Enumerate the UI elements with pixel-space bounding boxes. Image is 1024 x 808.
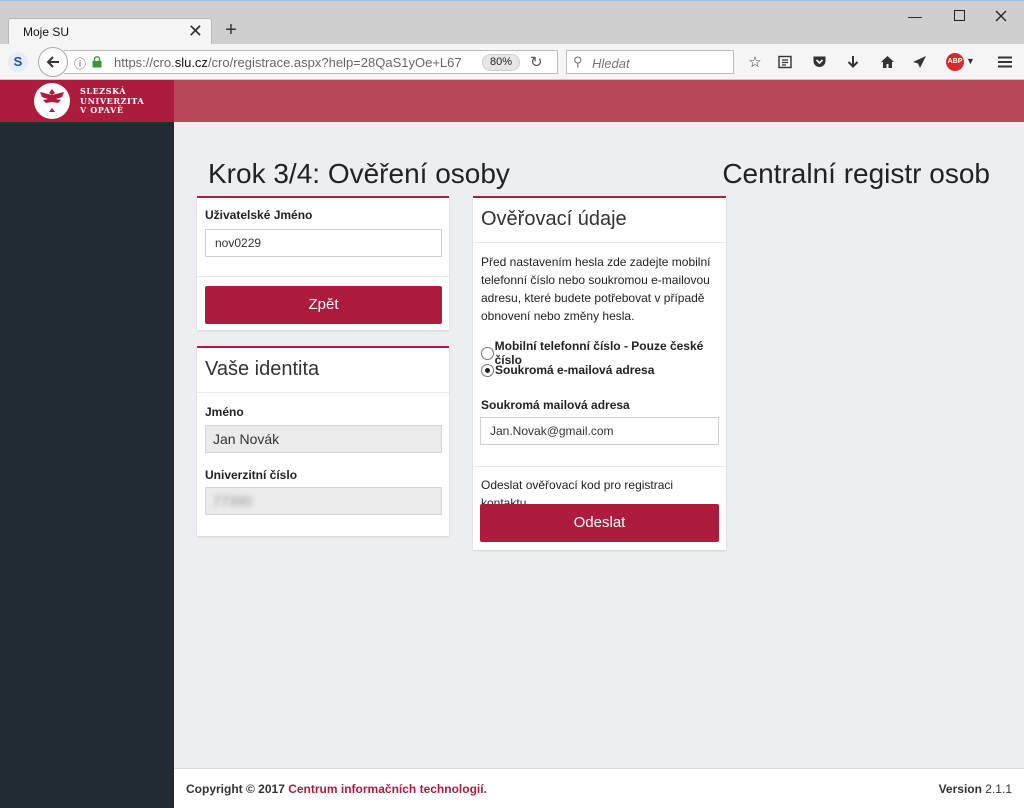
main-content: Krok 3/4: Ověření osoby Centralní regist…: [174, 122, 1024, 768]
tab-close-icon[interactable]: ✕: [188, 21, 203, 41]
info-icon[interactable]: ⓘ: [74, 55, 86, 72]
divider: [473, 242, 726, 243]
identity-heading: Vaše identita: [205, 358, 320, 380]
search-placeholder: Hledat: [592, 56, 630, 71]
new-tab-button[interactable]: +: [220, 19, 242, 41]
url-text: https://cro.slu.cz/cro/registrace.aspx?h…: [114, 55, 462, 70]
eagle-emblem-icon: [34, 83, 70, 119]
browser-tab[interactable]: Moje SU ✕: [8, 18, 212, 45]
pocket-icon[interactable]: [808, 51, 830, 73]
arrow-left-icon: [46, 56, 59, 68]
tab-title: Moje SU: [23, 25, 70, 39]
email-label: Soukromá mailová adresa: [481, 398, 630, 412]
divider: [197, 392, 449, 393]
reload-icon[interactable]: ↻: [530, 53, 543, 71]
download-icon[interactable]: [842, 51, 864, 73]
footer: Copyright © 2017 Centrum informačních te…: [174, 768, 1024, 808]
maximize-icon[interactable]: [944, 5, 974, 27]
username-panel: Uživatelské Jméno nov0229 Zpět: [197, 196, 449, 330]
reading-list-icon[interactable]: [774, 51, 796, 73]
browser-toolbar: S ⓘ https://cro.slu.cz/cro/registrace.as…: [0, 44, 1024, 80]
menu-icon[interactable]: [994, 51, 1016, 73]
verification-description: Před nastavením hesla zde zadejte mobiln…: [481, 255, 711, 323]
divider: [197, 276, 449, 277]
url-bar[interactable]: ⓘ https://cro.slu.cz/cro/registrace.aspx…: [64, 50, 558, 74]
university-name: SLEZSKÁ UNIVERZITA V OPAVĚ: [80, 86, 145, 115]
username-field[interactable]: nov0229: [205, 229, 442, 257]
zoom-level-badge[interactable]: 80%: [482, 54, 521, 71]
it-centre-link[interactable]: Centrum informačních technologií.: [288, 782, 487, 796]
copyright: Copyright © 2017 Centrum informačních te…: [186, 782, 487, 796]
adblock-icon[interactable]: ABP: [946, 53, 964, 71]
app-title: Centralní registr osob: [722, 158, 990, 189]
lock-icon: [92, 56, 102, 68]
university-number-field: 77390: [205, 487, 442, 515]
name-field: Jan Novák: [205, 425, 442, 453]
version: Version 2.1.1: [938, 782, 1012, 796]
username-label: Uživatelské Jméno: [205, 208, 313, 222]
brand-bar: SLEZSKÁ UNIVERZITA V OPAVĚ: [0, 80, 1024, 122]
s-extension-icon[interactable]: S: [8, 52, 28, 72]
page-title: Krok 3/4: Ověření osoby: [208, 158, 510, 189]
search-icon: ⚲: [573, 54, 583, 69]
divider: [473, 466, 726, 467]
home-icon[interactable]: [876, 51, 898, 73]
back-button-page[interactable]: Zpět: [205, 286, 442, 324]
verification-panel: Ověřovací údaje Před nastavením hesla zd…: [473, 196, 726, 550]
email-field[interactable]: Jan.Novak@gmail.com: [480, 417, 719, 445]
sidebar: [0, 122, 174, 808]
radio-email-label: Soukromá e-mailová adresa: [495, 363, 655, 377]
radio-email-option[interactable]: Soukromá e-mailová adresa: [481, 363, 654, 377]
back-button[interactable]: [38, 47, 68, 77]
radio-email[interactable]: [481, 363, 494, 377]
browser-titlebar: Moje SU ✕ + —: [0, 0, 1024, 45]
minimize-icon[interactable]: —: [900, 5, 930, 27]
search-bar[interactable]: ⚲ Hledat: [566, 50, 734, 74]
name-label: Jméno: [205, 405, 244, 419]
send-icon[interactable]: [908, 51, 930, 73]
send-button[interactable]: Odeslat: [480, 504, 719, 542]
chevron-down-icon[interactable]: ▼: [966, 56, 975, 66]
identity-panel: Vaše identita Jméno Jan Novák Univerzitn…: [197, 346, 449, 536]
close-window-icon[interactable]: [986, 5, 1016, 27]
university-logo[interactable]: SLEZSKÁ UNIVERZITA V OPAVĚ: [0, 80, 174, 122]
university-number-label: Univerzitní číslo: [205, 468, 298, 482]
verification-heading: Ověřovací údaje: [481, 208, 627, 230]
radio-phone[interactable]: [481, 346, 494, 360]
bookmark-star-icon[interactable]: ☆: [744, 51, 766, 73]
